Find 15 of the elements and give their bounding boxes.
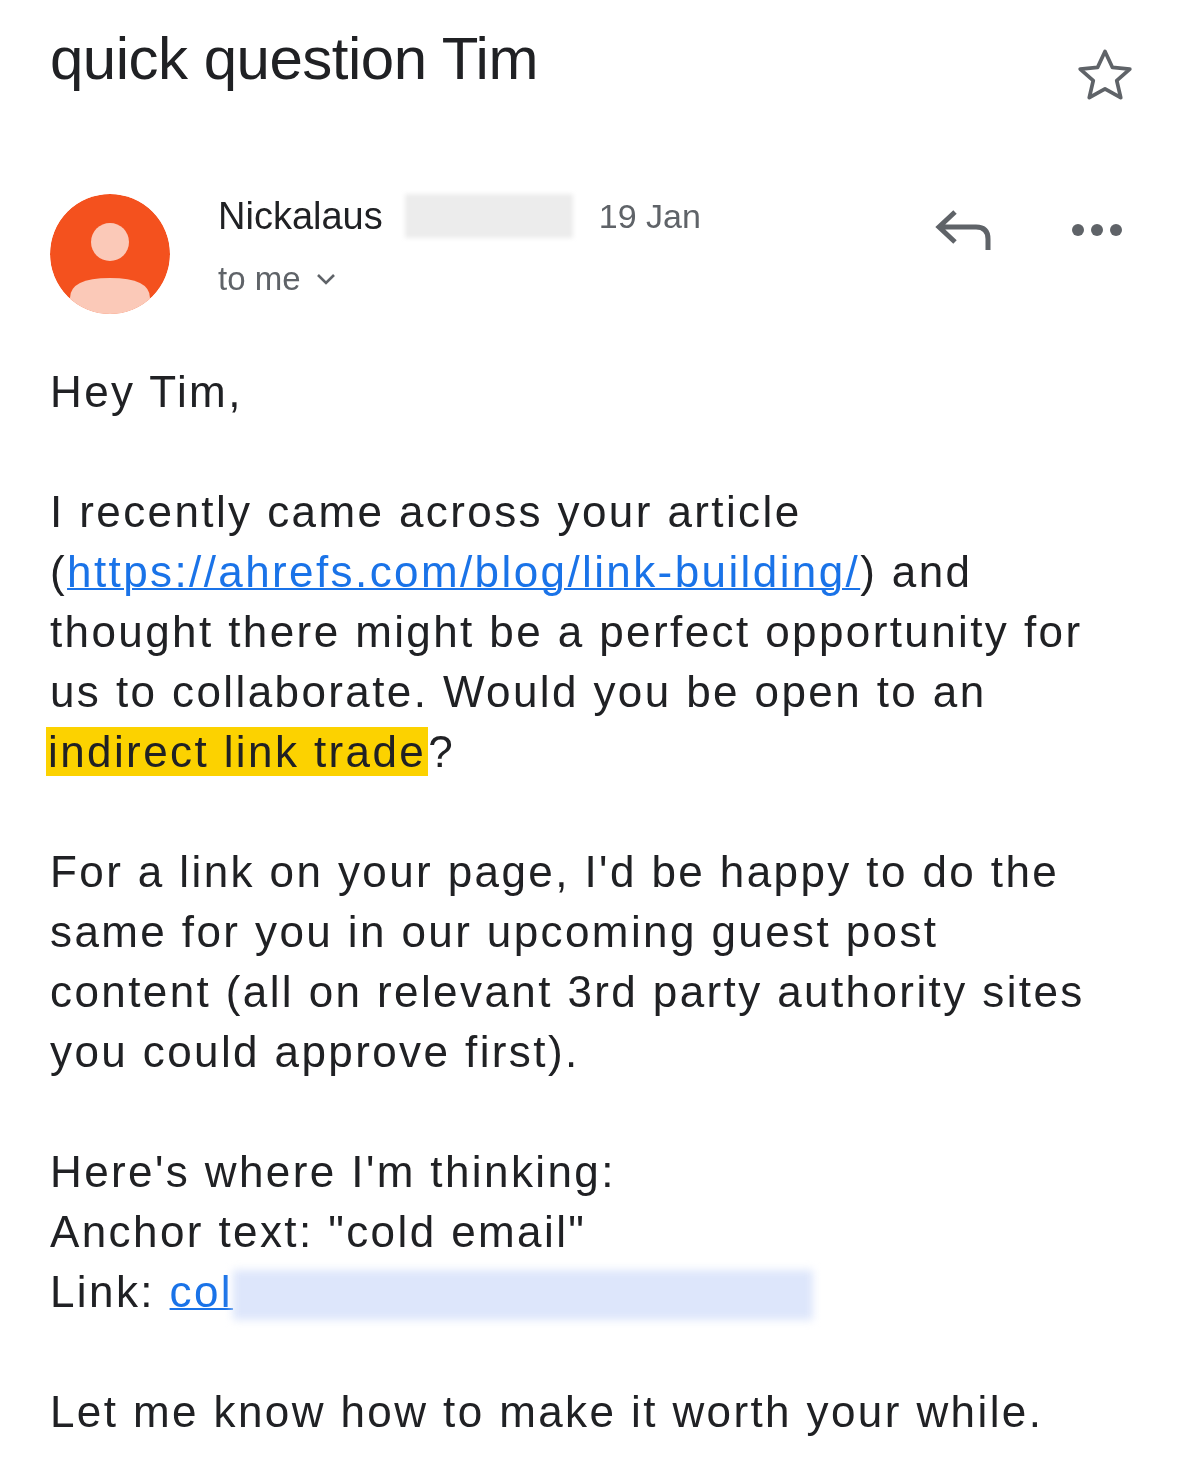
link[interactable]: https://ahrefs.com/blog/link-building/ xyxy=(67,547,861,596)
link[interactable]: col xyxy=(169,1267,234,1316)
email-date: 19 Jan xyxy=(598,196,701,236)
body-paragraph: For a link on your page, I'd be happy to do the same for you in our upcoming guest post content (all on relevant 3rd party authority sites you could approve first). xyxy=(50,846,1086,1078)
reply-icon[interactable] xyxy=(935,208,993,252)
email-subject: quick question Tim xyxy=(50,24,538,93)
body-paragraph: Let me know how to make it worth your while. xyxy=(50,1386,1045,1438)
sender-name: Nickalaus xyxy=(218,194,383,238)
avatar-icon[interactable] xyxy=(50,194,170,314)
highlighted-phrase: indirect link trade xyxy=(46,727,429,776)
chevron-down-icon[interactable] xyxy=(314,272,337,286)
body-paragraph: Hey Tim, xyxy=(50,366,244,418)
more-options-icon[interactable] xyxy=(1071,223,1123,237)
recipient-label[interactable]: to me xyxy=(218,260,301,298)
body-paragraph: Here's where I'm thinking: Anchor text: "cold email" Link: col xyxy=(50,1142,1129,1322)
